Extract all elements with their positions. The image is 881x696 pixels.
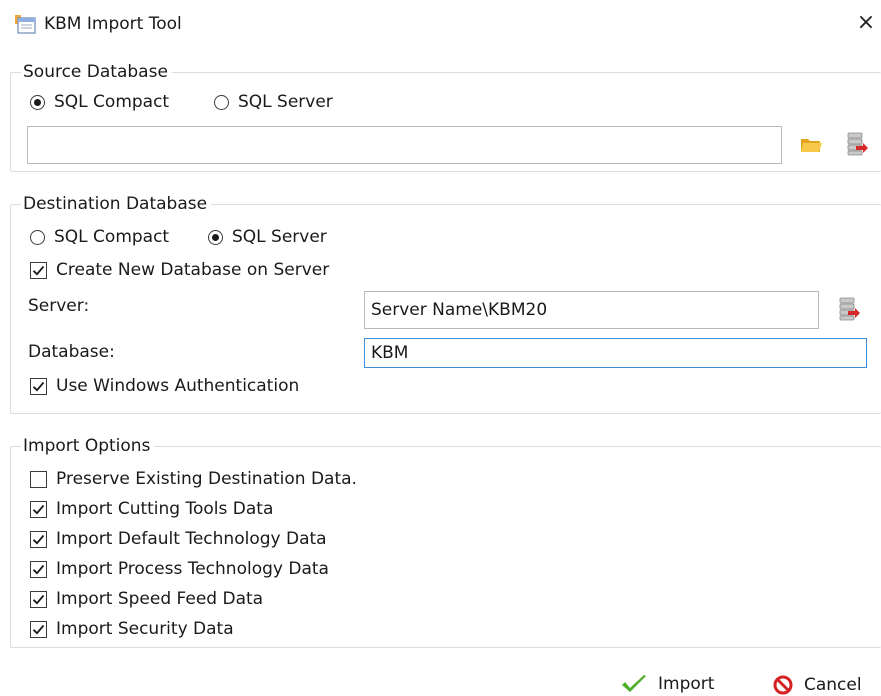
radio-unselected [30, 229, 45, 245]
radio-label: SQL Server [238, 92, 333, 112]
radio-label: SQL Compact [54, 227, 170, 247]
checkbox-label: Import Speed Feed Data [56, 589, 264, 609]
cancel-icon [773, 675, 793, 695]
import-process-technology-checkbox[interactable]: Import Process Technology Data [30, 559, 329, 579]
checkbox-checked [30, 620, 47, 638]
source-radio-sql-server[interactable]: SQL Server [214, 92, 333, 112]
import-speed-feed-checkbox[interactable]: Import Speed Feed Data [30, 589, 263, 609]
destination-radio-sql-compact[interactable]: SQL Compact [30, 227, 169, 247]
checkbox-label: Import Process Technology Data [56, 559, 329, 579]
open-folder-icon[interactable] [799, 133, 823, 157]
destination-database-legend: Destination Database [23, 194, 208, 214]
source-path-input[interactable] [27, 126, 782, 164]
checkbox-checked [30, 261, 47, 279]
import-button[interactable]: Import [620, 674, 714, 694]
radio-label: SQL Compact [54, 92, 170, 112]
checkbox-label: Import Security Data [56, 619, 234, 639]
checkbox-checked [30, 590, 47, 608]
radio-selected [30, 94, 45, 110]
server-label: Server: [28, 296, 90, 316]
checkbox-label: Use Windows Authentication [56, 376, 300, 396]
radio-label: SQL Server [232, 227, 327, 247]
import-default-technology-checkbox[interactable]: Import Default Technology Data [30, 529, 327, 549]
checkbox-checked [30, 377, 47, 395]
import-options-legend: Import Options [23, 436, 151, 456]
checkbox-checked [30, 560, 47, 578]
server-input[interactable] [364, 291, 819, 329]
import-cutting-tools-checkbox[interactable]: Import Cutting Tools Data [30, 499, 273, 519]
checkbox-label: Import Cutting Tools Data [56, 499, 274, 519]
cancel-button-label: Cancel [804, 675, 862, 695]
checkmark-icon [622, 675, 646, 692]
import-security-checkbox[interactable]: Import Security Data [30, 619, 234, 639]
database-connect-icon[interactable] [837, 296, 861, 321]
source-radio-sql-compact[interactable]: SQL Compact [30, 92, 169, 112]
windows-authentication-checkbox[interactable]: Use Windows Authentication [30, 376, 299, 396]
source-database-legend: Source Database [23, 62, 168, 82]
checkbox-unchecked [30, 470, 47, 488]
destination-radio-sql-server[interactable]: SQL Server [208, 227, 327, 247]
radio-selected [208, 229, 223, 245]
database-input[interactable] [364, 338, 867, 368]
checkbox-label: Import Default Technology Data [56, 529, 327, 549]
create-new-database-checkbox[interactable]: Create New Database on Server [30, 260, 329, 280]
cancel-button[interactable]: Cancel [772, 674, 862, 696]
import-button-label: Import [658, 674, 715, 694]
radio-unselected [214, 94, 229, 110]
checkbox-checked [30, 530, 47, 548]
checkbox-label: Create New Database on Server [56, 260, 330, 280]
app-icon [14, 13, 36, 35]
window-title: KBM Import Tool [44, 14, 182, 34]
checkbox-checked [30, 500, 47, 518]
preserve-existing-data-checkbox[interactable]: Preserve Existing Destination Data. [30, 469, 357, 489]
database-connect-icon[interactable] [845, 131, 869, 156]
close-icon[interactable]: × [853, 8, 879, 38]
database-label: Database: [28, 342, 115, 362]
checkbox-label: Preserve Existing Destination Data. [56, 469, 357, 489]
